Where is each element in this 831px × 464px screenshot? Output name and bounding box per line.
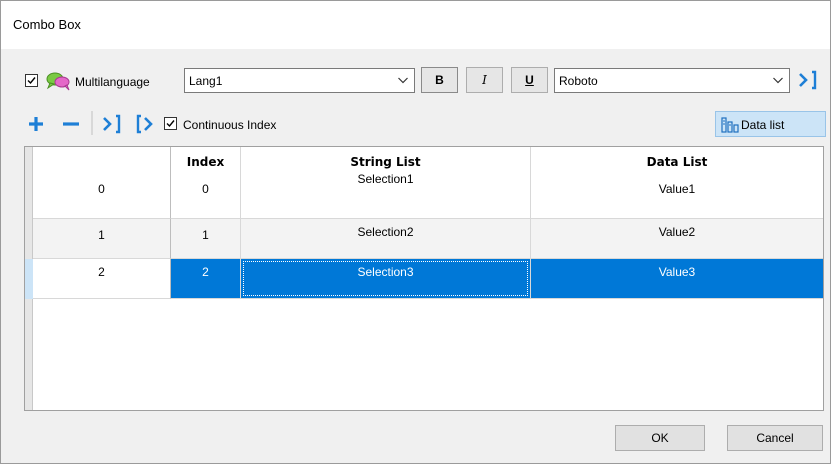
cancel-button[interactable]: Cancel [727,425,823,451]
chevron-down-icon [772,73,784,90]
remove-row-icon[interactable] [61,115,81,136]
language-combo[interactable]: Lang1 [184,68,415,93]
data-list-column-header: Data List [646,155,708,169]
data-list-button[interactable]: Data list [715,111,826,137]
row-selector-indicator [25,259,33,299]
row-header-cell: 0 [33,147,171,219]
data-list-cell[interactable]: Data List Value1 [531,147,823,219]
indent-left-icon[interactable] [134,114,156,137]
string-list-column-header: String List [350,155,421,169]
speech-bubbles-icon [46,71,72,94]
indent-right-icon[interactable] [101,114,123,137]
data-list-label: Data list [741,118,785,132]
table-row-selected[interactable]: 2 2 Selection3 Value3 [33,259,823,299]
window-title: Combo Box [13,17,81,32]
index-column-header: Index [186,155,225,169]
add-row-icon[interactable] [27,115,45,136]
title-bar: Combo Box [1,1,830,49]
ok-button[interactable]: OK [615,425,705,451]
string-list-cell-focused[interactable]: Selection3 [241,259,531,299]
table-row[interactable]: 0 Index 0 String List Selection1 Data Li… [33,147,823,219]
data-list-cell[interactable]: Value3 [531,259,823,299]
combo-items-grid[interactable]: 0 Index 0 String List Selection1 Data Li… [24,146,824,411]
table-row[interactable]: 1 1 Selection2 Value2 [33,219,823,259]
string-list-cell[interactable]: Selection2 [241,219,531,259]
index-cell[interactable]: 1 [171,219,241,259]
row-header-cell: 2 [33,259,171,299]
multilanguage-checkbox[interactable] [25,74,38,87]
font-combo[interactable]: Roboto [554,68,790,93]
continuous-index-checkbox[interactable] [164,117,177,130]
language-combo-value: Lang1 [189,74,223,88]
combo-box-dialog: Combo Box Multilanguage Lang1 B I U Robo… [0,0,831,464]
chevron-down-icon [397,73,409,90]
multilanguage-label: Multilanguage [75,75,150,89]
continuous-index-label: Continuous Index [183,118,277,132]
data-list-cell[interactable]: Value2 [531,219,823,259]
string-list-cell[interactable]: String List Selection1 [241,147,531,219]
bold-button[interactable]: B [421,67,458,93]
italic-button[interactable]: I [466,67,503,93]
apply-font-icon[interactable] [797,70,819,93]
data-list-icon [721,116,739,137]
index-cell[interactable]: Index 0 [171,147,241,219]
underline-button[interactable]: U [511,67,548,93]
index-cell[interactable]: 2 [171,259,241,299]
font-combo-value: Roboto [559,74,598,88]
toolbar-separator [90,111,94,138]
row-header-cell: 1 [33,219,171,259]
